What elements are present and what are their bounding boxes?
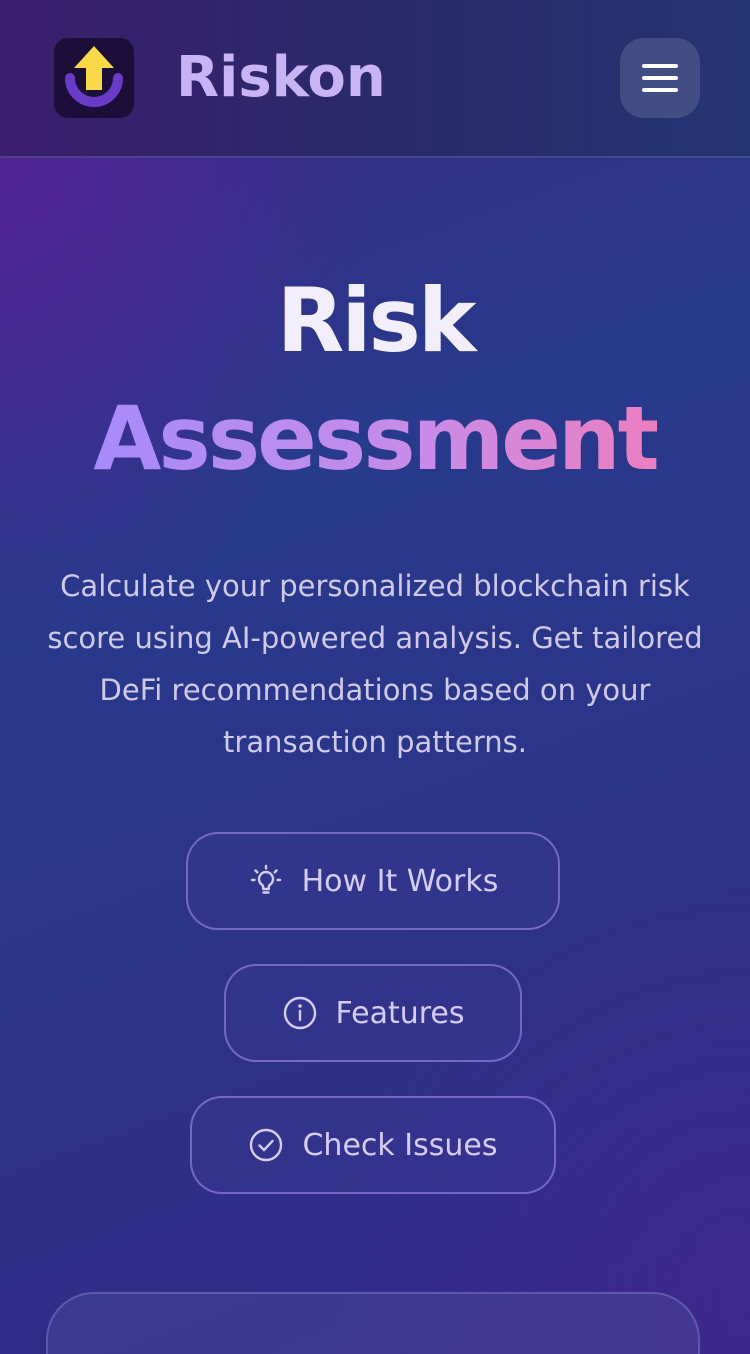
- hamburger-line: [642, 76, 678, 80]
- top-header: Riskon: [0, 0, 750, 158]
- title-line-assessment: Assessment: [93, 380, 659, 498]
- brand-name[interactable]: Riskon: [176, 38, 386, 118]
- page-title: Risk Assessment: [0, 262, 750, 498]
- check-circle-icon: [250, 1128, 283, 1162]
- features-label: Features: [335, 995, 465, 1031]
- title-line-risk: Risk: [276, 269, 477, 372]
- check-issues-label: Check Issues: [302, 1127, 498, 1163]
- hero-description: Calculate your personalized blockchain r…: [47, 569, 703, 759]
- app-logo-icon[interactable]: [54, 38, 134, 118]
- how-it-works-button[interactable]: How It Works: [186, 832, 560, 930]
- features-button[interactable]: Features: [224, 964, 522, 1062]
- lightbulb-icon: [250, 864, 281, 894]
- menu-button[interactable]: [620, 38, 700, 118]
- how-it-works-label: How It Works: [301, 863, 499, 899]
- hamburger-menu-icon: [642, 64, 678, 68]
- info-icon: [283, 996, 316, 1030]
- assessment-card: [46, 1292, 700, 1354]
- hamburger-line: [642, 88, 678, 92]
- check-issues-button[interactable]: Check Issues: [190, 1096, 556, 1194]
